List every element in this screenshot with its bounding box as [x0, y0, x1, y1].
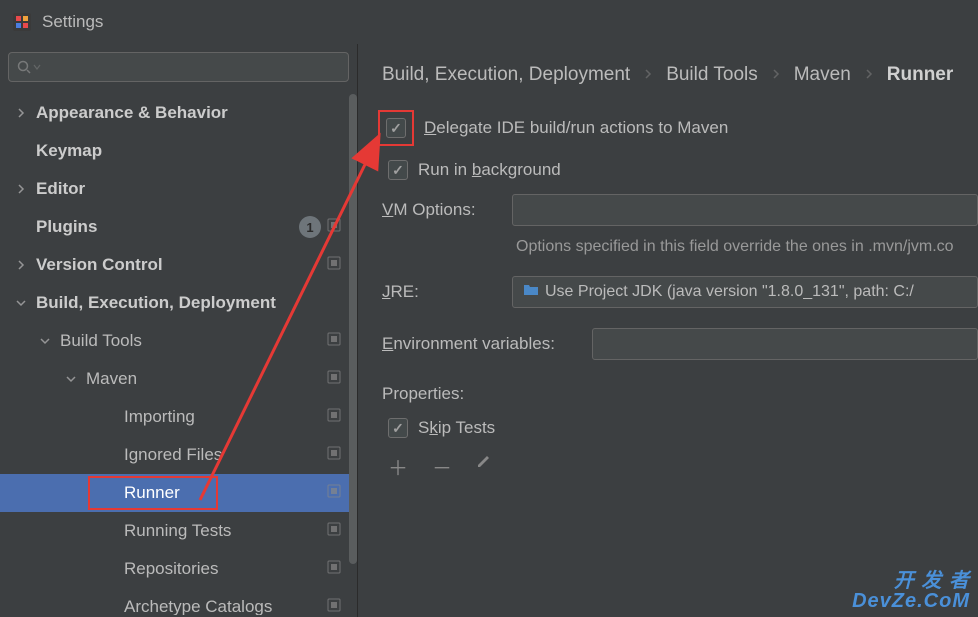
- watermark: 开 发 者 DevZe.CoM: [852, 571, 970, 611]
- delegate-checkbox-highlight: [378, 110, 414, 146]
- tree-item-maven[interactable]: Maven: [0, 360, 357, 398]
- vm-options-hint: Options specified in this field override…: [516, 238, 978, 256]
- tree-item-label: Build, Execution, Deployment: [30, 293, 341, 313]
- tree-item-label: Editor: [30, 179, 341, 199]
- env-variables-input[interactable]: [592, 328, 978, 360]
- delegate-checkbox[interactable]: [386, 118, 406, 138]
- chevron-down-icon: [33, 58, 41, 76]
- settings-scope-icon: [327, 559, 341, 579]
- settings-scope-icon: [327, 217, 341, 237]
- scrollbar-thumb[interactable]: [349, 94, 357, 564]
- jre-select[interactable]: Use Project JDK (java version "1.8.0_131…: [512, 276, 978, 308]
- breadcrumb-item[interactable]: Maven: [794, 64, 851, 86]
- tree-item-label: Appearance & Behavior: [30, 103, 341, 123]
- tree-item-build-tools[interactable]: Build Tools: [0, 322, 357, 360]
- chevron-down-icon: [62, 374, 80, 384]
- skip-tests-checkbox[interactable]: [388, 418, 408, 438]
- settings-tree: Appearance & Behavior Keymap Editor Plugins…: [0, 90, 357, 615]
- chevron-right-icon: [12, 184, 30, 194]
- search-input[interactable]: [8, 52, 349, 82]
- tree-item-appearance-behavior[interactable]: Appearance & Behavior: [0, 94, 357, 132]
- vm-options-input[interactable]: [512, 194, 978, 226]
- tree-item-build-execution-deployment[interactable]: Build, Execution, Deployment: [0, 284, 357, 322]
- window-title: Settings: [42, 12, 103, 32]
- tree-item-ignored-files[interactable]: Ignored Files: [0, 436, 357, 474]
- settings-scope-icon: [327, 369, 341, 389]
- tree-item-keymap[interactable]: Keymap: [0, 132, 357, 170]
- chevron-right-icon: [12, 108, 30, 118]
- breadcrumb-item: Runner: [887, 64, 954, 86]
- add-button[interactable]: ＋: [388, 452, 408, 481]
- tree-item-plugins[interactable]: Plugins1: [0, 208, 357, 246]
- tree-item-label: Archetype Catalogs: [118, 597, 327, 615]
- tree-item-label: Repositories: [118, 559, 327, 579]
- search-icon: [17, 60, 31, 74]
- app-icon: [12, 12, 32, 32]
- tree-item-importing[interactable]: Importing: [0, 398, 357, 436]
- chevron-right-icon: [12, 260, 30, 270]
- folder-icon: [523, 283, 539, 302]
- vm-options-label: VM Options:: [382, 200, 512, 220]
- badge: 1: [299, 216, 321, 238]
- jre-label: JRE:: [382, 282, 512, 302]
- settings-scope-icon: [327, 407, 341, 427]
- settings-scope-icon: [327, 255, 341, 275]
- tree-item-version-control[interactable]: Version Control: [0, 246, 357, 284]
- breadcrumb-item[interactable]: Build, Execution, Deployment: [382, 64, 630, 86]
- settings-scope-icon: [327, 521, 341, 541]
- settings-scope-icon: [327, 483, 341, 503]
- tree-item-label: Plugins: [30, 217, 299, 237]
- background-checkbox[interactable]: [388, 160, 408, 180]
- tree-item-label: Maven: [80, 369, 327, 389]
- chevron-down-icon: [12, 298, 30, 308]
- skip-tests-label: Skip Tests: [418, 418, 495, 438]
- jre-value: Use Project JDK (java version "1.8.0_131…: [545, 283, 914, 301]
- settings-scope-icon: [327, 331, 341, 351]
- tree-item-label: Importing: [118, 407, 327, 427]
- tree-item-label: Build Tools: [54, 331, 327, 351]
- tree-item-running-tests[interactable]: Running Tests: [0, 512, 357, 550]
- settings-scope-icon: [327, 445, 341, 465]
- tree-item-label: Keymap: [30, 141, 341, 161]
- breadcrumb-item[interactable]: Build Tools: [666, 64, 758, 86]
- tree-item-label: Ignored Files: [118, 445, 327, 465]
- remove-button[interactable]: －: [432, 452, 452, 481]
- chevron-right-icon: [644, 64, 652, 86]
- settings-scope-icon: [327, 597, 341, 615]
- settings-sidebar: Appearance & Behavior Keymap Editor Plugins…: [0, 44, 358, 617]
- tree-item-label: Running Tests: [118, 521, 327, 541]
- background-checkbox-label: Run in background: [418, 160, 561, 180]
- tree-item-repositories[interactable]: Repositories: [0, 550, 357, 588]
- tree-item-label: Runner: [118, 483, 327, 503]
- delegate-checkbox-label: Delegate IDE build/run actions to Maven: [424, 118, 728, 138]
- edit-button[interactable]: [476, 452, 492, 481]
- tree-item-label: Version Control: [30, 255, 327, 275]
- breadcrumb: Build, Execution, Deployment Build Tools M…: [382, 64, 978, 86]
- env-variables-label: Environment variables:: [382, 334, 592, 354]
- chevron-right-icon: [865, 64, 873, 86]
- properties-label: Properties:: [382, 384, 978, 404]
- main-panel: Build, Execution, Deployment Build Tools M…: [358, 44, 978, 617]
- chevron-right-icon: [772, 64, 780, 86]
- chevron-down-icon: [36, 336, 54, 346]
- tree-item-archetype-catalogs[interactable]: Archetype Catalogs: [0, 588, 357, 615]
- tree-item-editor[interactable]: Editor: [0, 170, 357, 208]
- tree-item-runner[interactable]: Runner: [0, 474, 357, 512]
